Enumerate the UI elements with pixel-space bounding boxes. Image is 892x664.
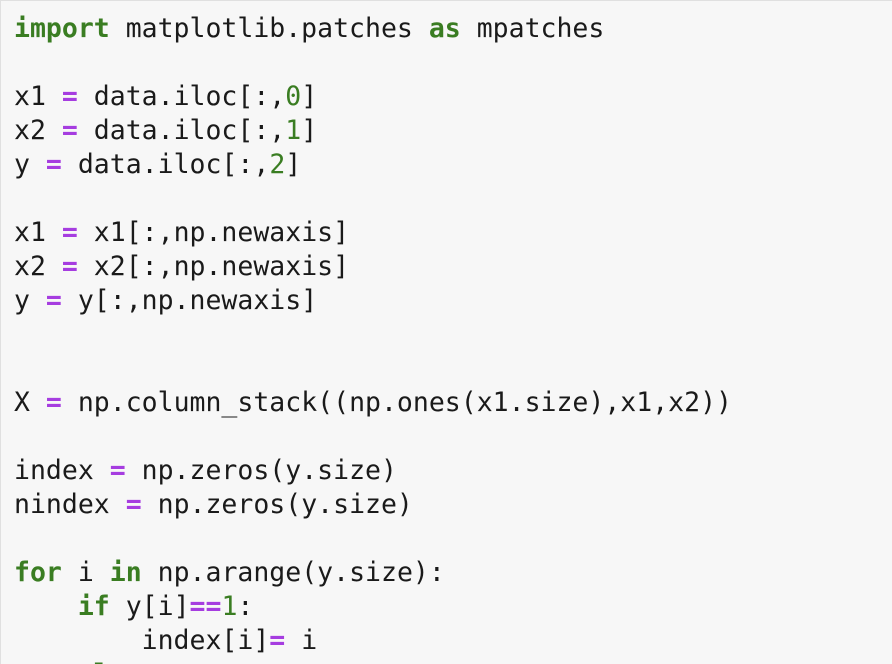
code-text: x2 [14, 251, 62, 282]
code-text: np.zeros(y.size) [125, 455, 397, 486]
code-line: for i in np.arange(y.size): [14, 556, 732, 590]
code-text: mpatches [460, 13, 605, 44]
code-editor[interactable]: import matplotlib.patches as mpatches x1 … [14, 12, 732, 664]
code-text: index [14, 455, 110, 486]
code-line: index[i]= i [14, 624, 732, 658]
code-operator: = [45, 387, 62, 418]
code-keyword: el [78, 659, 110, 664]
code-text: data.iloc[:, [61, 149, 270, 180]
code-text: y[i] [109, 591, 190, 622]
code-text: np.zeros(y.size) [141, 489, 413, 520]
code-keyword: in [109, 557, 142, 588]
code-text: ] [301, 115, 318, 146]
code-line: x2 = data.iloc[:,1] [14, 114, 732, 148]
code-operator: = [61, 115, 78, 146]
code-keyword: as [428, 13, 461, 44]
code-operator: == [189, 591, 222, 622]
code-text: index[i] [14, 625, 270, 656]
code-text: y[:,np.newaxis] [61, 285, 318, 316]
code-text: i [61, 557, 110, 588]
code-line: y = data.iloc[:,2] [14, 148, 732, 182]
code-operator: = [61, 251, 78, 282]
code-line: nindex = np.zeros(y.size) [14, 488, 732, 522]
code-line: x1 = data.iloc[:,0] [14, 80, 732, 114]
code-text: np.arange(y.size): [141, 557, 445, 588]
code-line: index = np.zeros(y.size) [14, 454, 732, 488]
code-text: x1[:,np.newaxis] [77, 217, 350, 248]
code-line: el [14, 658, 732, 664]
code-keyword: import [14, 13, 110, 44]
code-text: matplotlib.patches [109, 13, 429, 44]
code-number: 1 [285, 115, 302, 146]
code-text: y [14, 285, 46, 316]
code-operator: = [61, 217, 78, 248]
code-number: 1 [221, 591, 238, 622]
code-line: x1 = x1[:,np.newaxis] [14, 216, 732, 250]
code-text: : [237, 591, 254, 622]
code-operator: = [109, 455, 126, 486]
code-text: x1 [14, 217, 62, 248]
code-number: 0 [285, 81, 302, 112]
code-text: ] [285, 149, 302, 180]
code-line: import matplotlib.patches as mpatches [14, 12, 732, 46]
code-keyword: if [77, 591, 110, 622]
code-text: X [14, 387, 46, 418]
code-operator: = [269, 625, 286, 656]
code-text: nindex [14, 489, 126, 520]
code-text: data.iloc[:, [77, 81, 286, 112]
code-text: i [285, 625, 318, 656]
code-operator: = [45, 149, 62, 180]
code-line: X = np.column_stack((np.ones(x1.size),x1… [14, 386, 732, 420]
code-line: y = y[:,np.newaxis] [14, 284, 732, 318]
code-operator: = [45, 285, 62, 316]
code-line: x2 = x2[:,np.newaxis] [14, 250, 732, 284]
code-number: 2 [269, 149, 286, 180]
code-text: x2 [14, 115, 62, 146]
code-keyword: for [14, 557, 62, 588]
code-text: np.column_stack((np.ones(x1.size),x1,x2)… [61, 387, 732, 418]
code-text: data.iloc[:, [77, 115, 286, 146]
code-text: x1 [14, 81, 62, 112]
code-operator: = [61, 81, 78, 112]
code-text: x2[:,np.newaxis] [77, 251, 350, 282]
code-operator: = [125, 489, 142, 520]
code-text: y [14, 149, 46, 180]
code-cell[interactable]: import matplotlib.patches as mpatches x1 … [0, 0, 892, 664]
code-line: if y[i]==1: [14, 590, 732, 624]
code-text: ] [301, 81, 318, 112]
